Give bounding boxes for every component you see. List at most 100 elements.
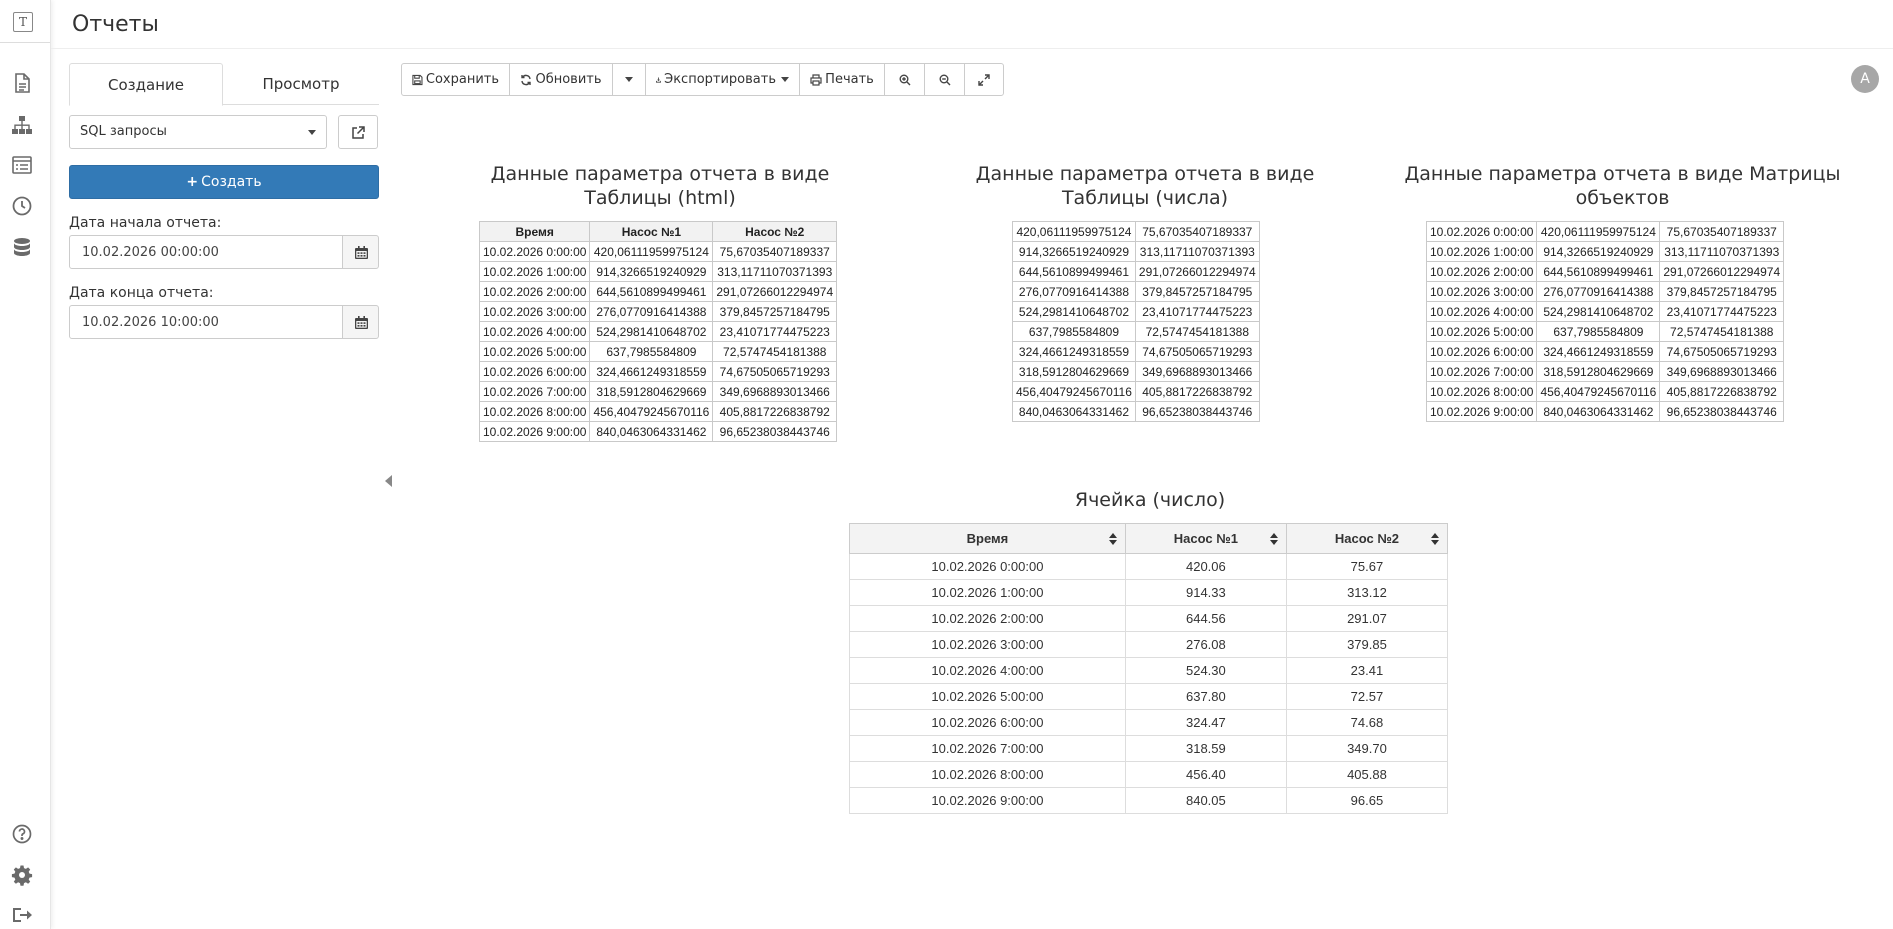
table-cell: 405,8817226838792 bbox=[712, 401, 838, 422]
collapse-panel-arrow-icon[interactable] bbox=[385, 475, 392, 487]
table-cell: 318,5912804629669 bbox=[1536, 361, 1661, 382]
cell-table-title: Ячейка (число) bbox=[1074, 489, 1226, 511]
table-cell: 637.80 bbox=[1124, 683, 1287, 710]
print-button[interactable]: Печать bbox=[799, 63, 885, 96]
floppy-icon bbox=[412, 74, 423, 85]
document-icon[interactable] bbox=[11, 72, 33, 94]
table-row: 10.02.2026 0:00:00 420.06 75.67 bbox=[849, 553, 1449, 580]
table-cell: 318.59 bbox=[1124, 735, 1287, 762]
table-row: 10.02.2026 3:00:00 276,0770916414388 379,8… bbox=[478, 301, 838, 322]
zoom-out-button[interactable] bbox=[924, 63, 965, 96]
table-row: 10.02.2026 8:00:00 456,40479245670116 405,… bbox=[478, 401, 838, 422]
table-row: 10.02.2026 2:00:00 644.56 291.07 bbox=[849, 605, 1449, 632]
table-cell: 75,67035407189337 bbox=[712, 241, 838, 262]
list-icon[interactable] bbox=[11, 154, 33, 176]
column-header-pump2[interactable]: Насос №2 bbox=[1285, 523, 1449, 554]
table-row: 10.02.2026 8:00:00 456.40 405.88 bbox=[849, 761, 1449, 788]
table-cell: 10.02.2026 5:00:00 bbox=[478, 341, 591, 362]
external-link-icon bbox=[352, 126, 365, 139]
table-row: 10.02.2026 6:00:00 324,4661249318559 74,67… bbox=[478, 361, 838, 382]
table-row: 10.02.2026 4:00:00 524,2981410648702 23,41… bbox=[1425, 301, 1785, 322]
table-cell: 379,8457257184795 bbox=[1659, 281, 1785, 302]
gear-icon[interactable] bbox=[11, 864, 33, 886]
table-cell: 318,5912804629669 bbox=[589, 381, 714, 402]
sort-icon bbox=[1108, 533, 1117, 545]
header-divider bbox=[51, 48, 1893, 49]
table-row: 10.02.2026 2:00:00 644,5610899499461 291,0… bbox=[478, 281, 838, 302]
table-cell: 405,8817226838792 bbox=[1134, 381, 1260, 402]
help-icon[interactable] bbox=[11, 823, 33, 845]
export-button-label: Экспортировать bbox=[664, 72, 776, 87]
table-cell: 349,6968893013466 bbox=[1134, 361, 1260, 382]
table-cell: 291.07 bbox=[1285, 605, 1449, 632]
table-cell: 10.02.2026 3:00:00 bbox=[478, 301, 591, 322]
table-cell: 10.02.2026 7:00:00 bbox=[478, 381, 591, 402]
table-row: 456,40479245670116 405,8817226838792 bbox=[1012, 381, 1260, 402]
table-cell: 420,06111959975124 bbox=[1012, 221, 1136, 242]
sort-icon bbox=[1431, 533, 1439, 545]
create-button[interactable]: + Создать bbox=[69, 165, 379, 199]
open-external-button[interactable] bbox=[338, 115, 378, 149]
table-row: 10.02.2026 4:00:00 524,2981410648702 23,41… bbox=[478, 321, 838, 342]
table-row: 637,7985584809 72,5747454181388 bbox=[1012, 321, 1260, 342]
fullscreen-button[interactable] bbox=[964, 63, 1004, 96]
table-row: 10.02.2026 5:00:00 637.80 72.57 bbox=[849, 683, 1449, 710]
table-cell: 379,8457257184795 bbox=[712, 301, 838, 322]
table-cell: 324,4661249318559 bbox=[1536, 341, 1661, 362]
page-title: Отчеты bbox=[72, 12, 159, 37]
table-cell: 644,5610899499461 bbox=[589, 281, 714, 302]
column-header-pump1[interactable]: Насос №1 bbox=[1124, 523, 1287, 554]
table-cell: 291,07266012294974 bbox=[1134, 261, 1260, 282]
number-table-title: Данные параметра отчета в виде Таблицы (… bbox=[975, 163, 1315, 209]
table-cell: 276,0770916414388 bbox=[589, 301, 714, 322]
table-cell: 10.02.2026 9:00:00 bbox=[1425, 401, 1538, 422]
table-cell: 276,0770916414388 bbox=[1536, 281, 1661, 302]
table-cell: 23,41071774475223 bbox=[1134, 301, 1260, 322]
clock-icon[interactable] bbox=[11, 195, 33, 217]
table-cell: 10.02.2026 1:00:00 bbox=[1425, 241, 1538, 262]
refresh-icon bbox=[521, 74, 532, 85]
export-button[interactable]: Экспортировать bbox=[645, 63, 800, 96]
table-cell: 291,07266012294974 bbox=[1659, 261, 1785, 282]
start-date-calendar-button[interactable] bbox=[342, 235, 379, 269]
table-cell: 456,40479245670116 bbox=[1012, 381, 1136, 402]
table-row: 10.02.2026 8:00:00 456,40479245670116 405,… bbox=[1425, 381, 1785, 402]
query-type-value: SQL запросы bbox=[80, 124, 167, 139]
end-date-calendar-button[interactable] bbox=[342, 305, 379, 339]
table-row: 420,06111959975124 75,67035407189337 bbox=[1012, 221, 1260, 242]
database-icon[interactable] bbox=[11, 236, 33, 258]
user-avatar[interactable]: A bbox=[1851, 65, 1879, 93]
column-header: Насос №1 bbox=[589, 221, 714, 242]
refresh-options-dropdown[interactable] bbox=[612, 63, 646, 96]
table-cell: 405,8817226838792 bbox=[1659, 381, 1785, 402]
zoom-out-icon bbox=[939, 74, 950, 85]
table-cell: 840.05 bbox=[1124, 787, 1287, 814]
table-cell: 840,0463064331462 bbox=[589, 421, 714, 442]
sitemap-icon[interactable] bbox=[11, 114, 33, 136]
table-row: 840,0463064331462 96,65238038443746 bbox=[1012, 401, 1260, 422]
app-logo[interactable]: T bbox=[13, 12, 33, 32]
table-row: 10.02.2026 9:00:00 840,0463064331462 96,65… bbox=[478, 421, 838, 442]
chevron-down-icon bbox=[625, 77, 633, 82]
tab-view[interactable]: Просмотр bbox=[224, 63, 378, 105]
refresh-button[interactable]: Обновить bbox=[509, 63, 613, 96]
tab-create[interactable]: Создание bbox=[69, 63, 223, 106]
cell-report-table: Время Насос №1 Насос №2 10.02.2026 0:00:… bbox=[849, 523, 1449, 814]
table-header-row: Время Насос №1 Насос №2 bbox=[849, 523, 1449, 554]
logout-icon[interactable] bbox=[11, 904, 33, 926]
table-row: 10.02.2026 0:00:00 420,06111959975124 75,6… bbox=[1425, 221, 1785, 242]
table-row: 10.02.2026 0:00:00 420,06111959975124 75,6… bbox=[478, 241, 838, 262]
table-cell: 10.02.2026 2:00:00 bbox=[849, 605, 1126, 632]
start-date-input[interactable] bbox=[69, 235, 343, 269]
zoom-in-button[interactable] bbox=[884, 63, 925, 96]
table-cell: 72,5747454181388 bbox=[1134, 321, 1260, 342]
table-cell: 456.40 bbox=[1124, 761, 1287, 788]
calendar-icon bbox=[355, 316, 368, 329]
table-row: 10.02.2026 5:00:00 637,7985584809 72,57474… bbox=[478, 341, 838, 362]
query-type-select[interactable]: SQL запросы bbox=[69, 115, 327, 149]
end-date-input[interactable] bbox=[69, 305, 343, 339]
save-button[interactable]: Сохранить bbox=[401, 63, 510, 96]
table-cell: 10.02.2026 0:00:00 bbox=[1425, 221, 1538, 242]
table-cell: 524.30 bbox=[1124, 657, 1287, 684]
column-header-time[interactable]: Время bbox=[849, 523, 1126, 554]
